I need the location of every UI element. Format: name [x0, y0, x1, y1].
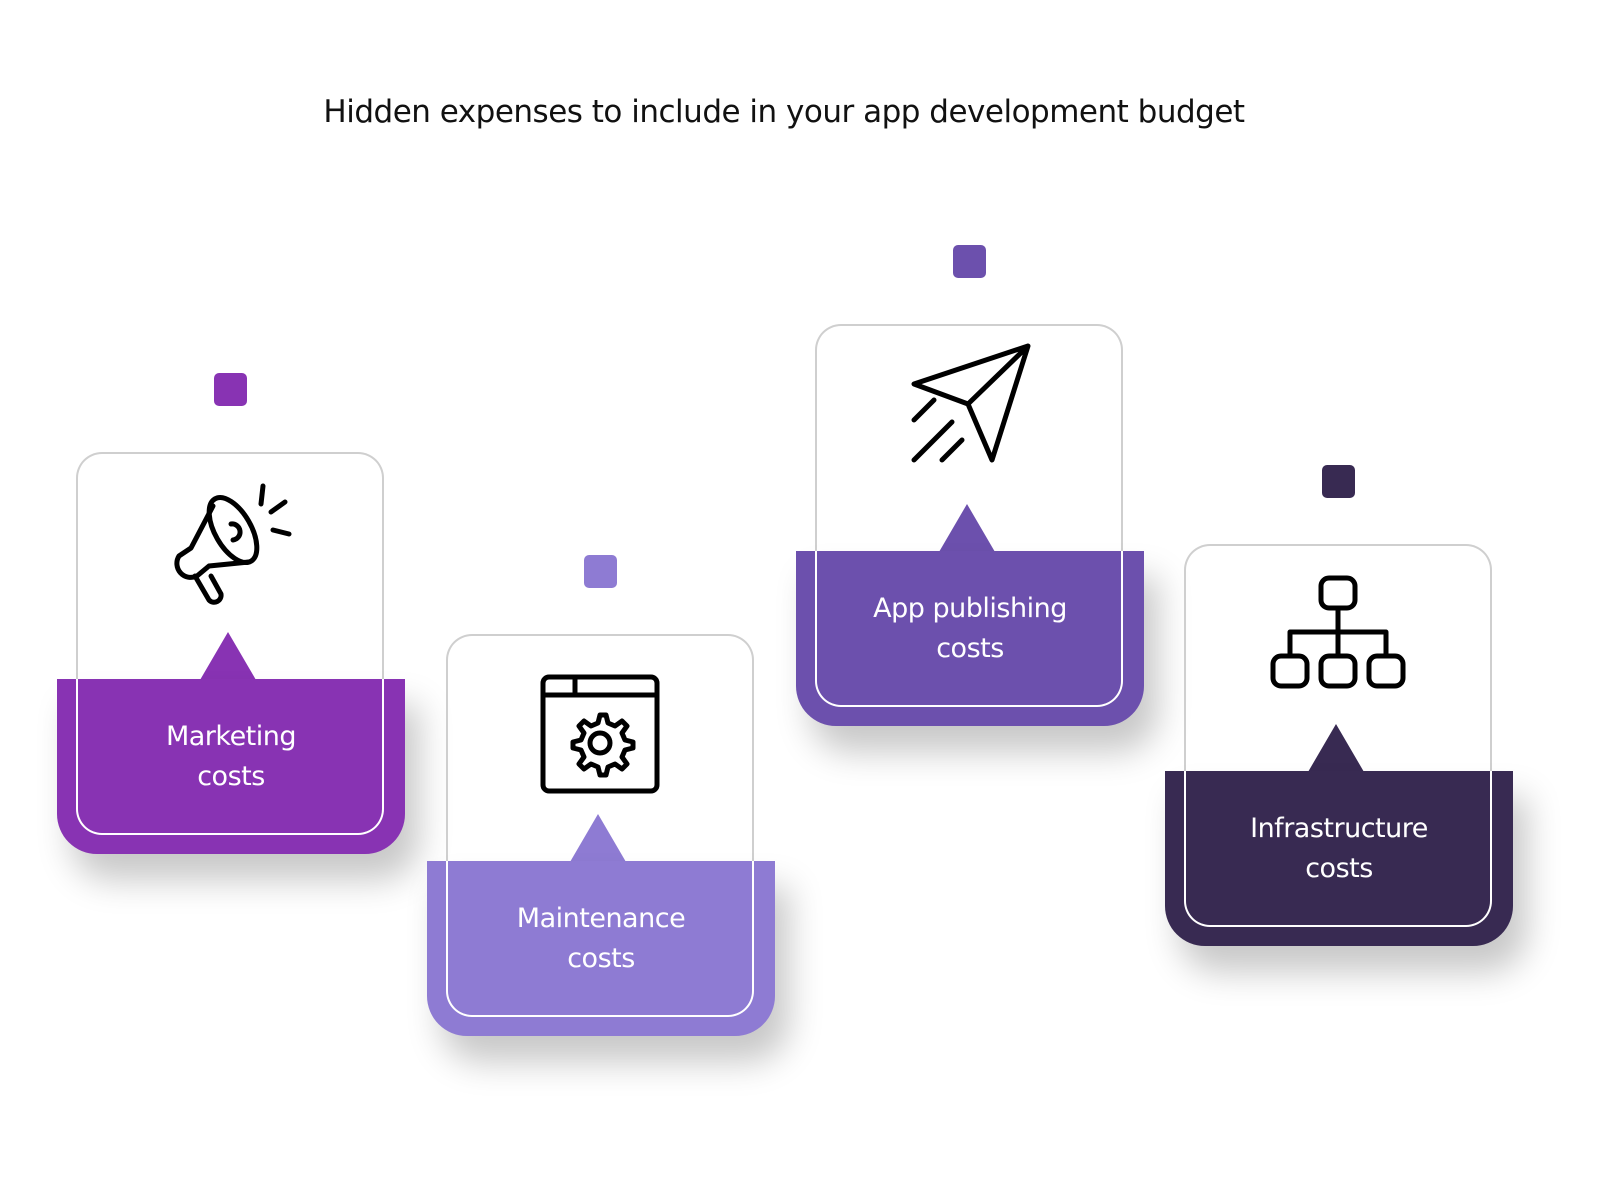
- card-label-line1: App publishing: [873, 593, 1067, 624]
- pointer-triangle: [1308, 724, 1364, 772]
- marker-square: [214, 373, 247, 406]
- marker-square: [953, 245, 986, 278]
- card-label-line2: costs: [1305, 853, 1373, 884]
- card-label: App publishing costs: [796, 589, 1144, 669]
- card-label-line1: Marketing: [165, 721, 297, 752]
- hierarchy-icon: [1269, 560, 1409, 700]
- pointer-triangle: [200, 632, 256, 680]
- pointer-triangle: [570, 814, 626, 862]
- card-label-line1: Infrastructure: [1250, 813, 1428, 844]
- megaphone-icon: [161, 468, 301, 608]
- pointer-triangle: [939, 504, 995, 552]
- card-label: Maintenance costs: [427, 899, 775, 979]
- page-title: Hidden expenses to include in your app d…: [323, 94, 1245, 130]
- marker-square: [584, 555, 617, 588]
- card-label-line1: Maintenance: [516, 903, 686, 934]
- card-label: Marketing costs: [57, 717, 405, 797]
- card-label: Infrastructure costs: [1165, 809, 1513, 889]
- browser-gear-icon: [531, 665, 671, 805]
- card-label-line2: costs: [197, 761, 265, 792]
- marker-square: [1322, 465, 1355, 498]
- paper-plane-icon: [900, 340, 1040, 480]
- card-label-line2: costs: [567, 943, 635, 974]
- card-label-line2: costs: [936, 633, 1004, 664]
